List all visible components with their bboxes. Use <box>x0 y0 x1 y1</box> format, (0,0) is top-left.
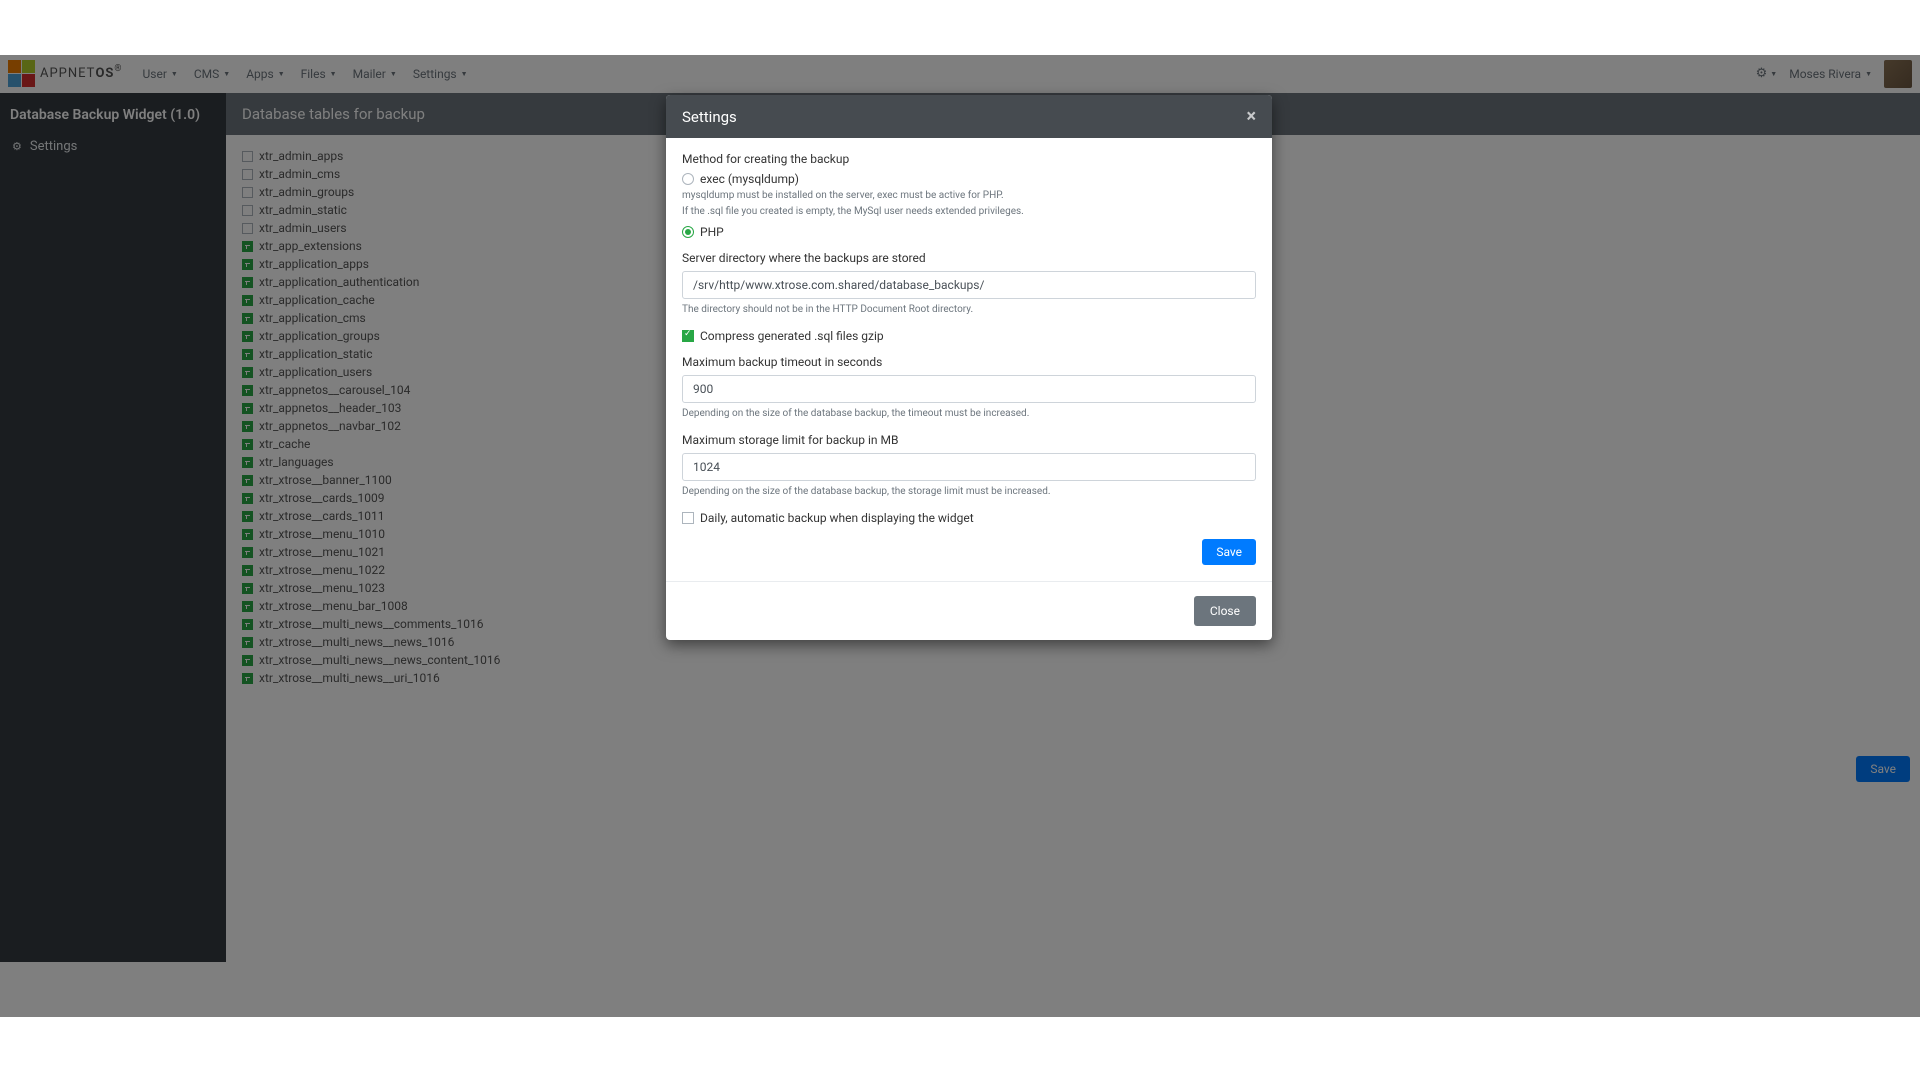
radio-icon <box>682 226 694 238</box>
help-text: Depending on the size of the database ba… <box>682 485 1256 499</box>
settings-modal: Settings × Method for creating the backu… <box>666 95 1272 640</box>
top-whitespace <box>0 0 1920 55</box>
compress-checkbox[interactable]: Compress generated .sql files gzip <box>682 329 1256 343</box>
directory-input[interactable] <box>682 271 1256 299</box>
help-text: The directory should not be in the HTTP … <box>682 303 1256 317</box>
modal-title: Settings <box>682 108 737 126</box>
radio-php[interactable]: PHP <box>682 225 1256 239</box>
close-icon[interactable]: × <box>1246 106 1256 127</box>
modal-header: Settings × <box>666 95 1272 138</box>
modal-close-button[interactable]: Close <box>1194 596 1256 626</box>
help-text: If the .sql file you created is empty, t… <box>682 205 1256 219</box>
help-text: mysqldump must be installed on the serve… <box>682 189 1256 203</box>
modal-save-button[interactable]: Save <box>1202 539 1256 565</box>
timeout-label: Maximum backup timeout in seconds <box>682 355 1256 369</box>
directory-label: Server directory where the backups are s… <box>682 251 1256 265</box>
radio-icon <box>682 173 694 185</box>
storage-label: Maximum storage limit for backup in MB <box>682 433 1256 447</box>
radio-exec[interactable]: exec (mysqldump) <box>682 172 1256 186</box>
method-label: Method for creating the backup <box>682 152 1256 166</box>
checkbox-icon <box>682 512 694 524</box>
checkbox-icon <box>682 330 694 342</box>
storage-input[interactable] <box>682 453 1256 481</box>
help-text: Depending on the size of the database ba… <box>682 407 1256 421</box>
timeout-input[interactable] <box>682 375 1256 403</box>
daily-backup-checkbox[interactable]: Daily, automatic backup when displaying … <box>682 511 1256 525</box>
